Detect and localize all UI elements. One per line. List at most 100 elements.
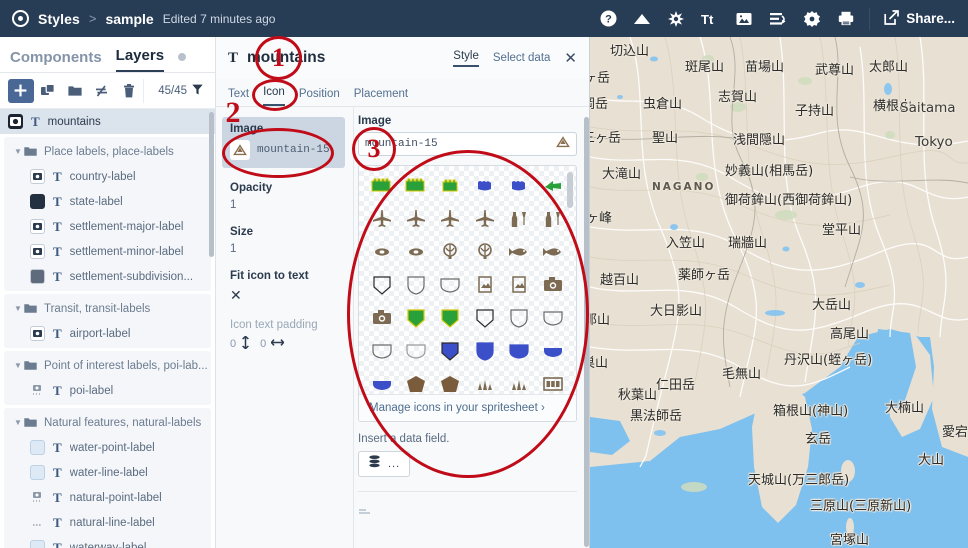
layer-row-mountains[interactable]: T mountains bbox=[0, 109, 215, 134]
icon-option-amusement-park-11[interactable] bbox=[433, 238, 467, 271]
list-item[interactable]: T settlement-major-label bbox=[4, 214, 211, 239]
icon-option-shield-blue-5[interactable] bbox=[365, 370, 399, 394]
group-header[interactable]: ▼ Natural features, natural-labels bbox=[4, 410, 211, 435]
group-header[interactable]: ▼ Transit, transit-labels bbox=[4, 296, 211, 321]
property-icon-text-padding[interactable]: Icon text padding 0 0 bbox=[230, 319, 353, 352]
icon-option-attraction-11[interactable] bbox=[536, 271, 570, 304]
list-item[interactable]: T state-label bbox=[4, 189, 211, 214]
icon-option-amusement-park-15[interactable] bbox=[468, 238, 502, 271]
close-icon[interactable]: ✕ bbox=[564, 51, 577, 66]
list-item[interactable]: T settlement-minor-label bbox=[4, 239, 211, 264]
terrain-icon[interactable] bbox=[625, 0, 659, 37]
map-canvas[interactable]: ヶ岳岡岳三ヶ岳大滝山ヶ峰越百山那山巣山秋葉山 虫倉山聖山 斑尾山志賀山 苗場山浅間隠山… bbox=[590, 37, 968, 548]
add-layer-button[interactable] bbox=[8, 78, 34, 103]
hide-layer-button[interactable] bbox=[90, 79, 115, 103]
icon-option-shield-outline-1[interactable] bbox=[468, 304, 502, 337]
icon-option-bakery-15[interactable] bbox=[502, 370, 536, 394]
collapsed-section-icon[interactable] bbox=[358, 502, 577, 520]
icon-option-shield-1[interactable] bbox=[365, 271, 399, 304]
tab-components[interactable]: Components bbox=[10, 50, 102, 72]
property-image[interactable]: Image mountain-15 bbox=[222, 117, 345, 168]
chevron-down-icon[interactable]: ▼ bbox=[12, 418, 24, 427]
icon-option-bank-11[interactable] bbox=[536, 370, 570, 394]
group-header[interactable]: ▼ Point of interest labels, poi-lab... bbox=[4, 353, 211, 378]
icon-option-shield-blue-3[interactable] bbox=[502, 337, 536, 370]
icon-option-shield-outline-4[interactable] bbox=[365, 337, 399, 370]
list-item[interactable]: T poi-label bbox=[4, 378, 211, 403]
chevron-down-icon[interactable]: ▼ bbox=[12, 304, 24, 313]
icon-grid-scrollbar[interactable] bbox=[567, 172, 573, 208]
icon-option-park-green-3[interactable] bbox=[433, 172, 467, 205]
share-button[interactable]: Share... bbox=[876, 0, 968, 37]
icon-option-shield-outline-3[interactable] bbox=[536, 304, 570, 337]
tab-icon[interactable]: Icon bbox=[263, 86, 285, 106]
list-item[interactable]: T settlement-subdivision... bbox=[4, 264, 211, 289]
icon-option-airport-11[interactable] bbox=[365, 205, 399, 238]
icon-option-alcohol-shop-15[interactable] bbox=[536, 205, 570, 238]
icon-grid-scroll[interactable] bbox=[359, 166, 576, 394]
list-item[interactable]: T airport-label bbox=[4, 321, 211, 346]
property-opacity[interactable]: Opacity 1 bbox=[230, 182, 353, 211]
icon-option-shield-blue-2[interactable] bbox=[468, 337, 502, 370]
tab-text[interactable]: Text bbox=[228, 88, 249, 106]
icon-option-airfield-blue-1[interactable] bbox=[468, 172, 502, 205]
list-item[interactable]: T natural-point-label bbox=[4, 485, 211, 510]
icon-option-pentagon-brown-2[interactable] bbox=[433, 370, 467, 394]
print-icon[interactable] bbox=[829, 0, 863, 37]
icon-option-art-gallery-15[interactable] bbox=[502, 271, 536, 304]
icon-option-attraction-15[interactable] bbox=[365, 304, 399, 337]
tab-style[interactable]: Style bbox=[453, 50, 479, 67]
property-size[interactable]: Size 1 bbox=[230, 226, 353, 255]
icon-option-aquarium-15[interactable] bbox=[536, 238, 570, 271]
help-icon[interactable]: ? bbox=[591, 0, 625, 37]
property-fit-icon-to-text[interactable]: Fit icon to text ✕ bbox=[230, 270, 353, 304]
icon-option-shield-blue-4[interactable] bbox=[536, 337, 570, 370]
icon-option-shield-2[interactable] bbox=[399, 271, 433, 304]
chevron-down-icon[interactable]: ▼ bbox=[12, 147, 24, 156]
icon-option-airport-large[interactable] bbox=[468, 205, 502, 238]
settings-star-icon[interactable] bbox=[659, 0, 693, 37]
text-tool-icon[interactable]: Tt bbox=[693, 0, 727, 37]
icon-option-aquarium-11[interactable] bbox=[502, 238, 536, 271]
icon-option-shield-green-1[interactable] bbox=[399, 304, 433, 337]
gear-icon[interactable] bbox=[795, 0, 829, 37]
layers-list[interactable]: T mountains ▼ Place labels, place-labels… bbox=[0, 109, 215, 548]
manage-icons-link[interactable]: Manage icons in your spritesheet › bbox=[359, 394, 576, 421]
data-field-button[interactable]: ... bbox=[358, 451, 411, 477]
icon-option-shield-blue-1[interactable] bbox=[433, 337, 467, 370]
icon-option-shield-green-2[interactable] bbox=[433, 304, 467, 337]
list-item[interactable]: T natural-line-label bbox=[4, 510, 211, 535]
icon-option-american-football-11[interactable] bbox=[365, 238, 399, 271]
icon-option-airport-17[interactable] bbox=[433, 205, 467, 238]
editor-scrollbar[interactable] bbox=[584, 117, 589, 547]
list-item[interactable]: T water-line-label bbox=[4, 460, 211, 485]
icon-option-airfield-blue-2[interactable] bbox=[502, 172, 536, 205]
icon-option-pentagon-brown-1[interactable] bbox=[399, 370, 433, 394]
breadcrumb-filename[interactable]: sample bbox=[105, 11, 153, 27]
list-item[interactable]: T water-point-label bbox=[4, 435, 211, 460]
breadcrumb-styles[interactable]: Styles bbox=[38, 11, 80, 27]
icon-option-american-football-15[interactable] bbox=[399, 238, 433, 271]
list-item[interactable]: T country-label bbox=[4, 164, 211, 189]
icon-option-shield-outline-5[interactable] bbox=[399, 337, 433, 370]
chevron-down-icon[interactable]: ▼ bbox=[12, 361, 24, 370]
group-layers-button[interactable] bbox=[63, 79, 88, 103]
icon-option-arrow-green[interactable] bbox=[536, 172, 570, 205]
logo-circle-icon[interactable] bbox=[12, 10, 29, 27]
icon-option-park-green-1[interactable] bbox=[365, 172, 399, 205]
icon-option-park-green-2[interactable] bbox=[399, 172, 433, 205]
group-header[interactable]: ▼ Place labels, place-labels bbox=[4, 139, 211, 164]
tab-select-data[interactable]: Select data bbox=[493, 52, 551, 64]
layers-order-icon[interactable] bbox=[761, 0, 795, 37]
image-input[interactable]: mountain-15 bbox=[358, 132, 577, 156]
icon-option-alcohol-shop-11[interactable] bbox=[502, 205, 536, 238]
icon-option-shield-outline-2[interactable] bbox=[502, 304, 536, 337]
image-tool-icon[interactable] bbox=[727, 0, 761, 37]
layer-count-filter[interactable]: 45/45 bbox=[143, 78, 207, 103]
duplicate-layer-button[interactable] bbox=[36, 79, 61, 103]
list-item[interactable]: T waterway-label bbox=[4, 535, 211, 548]
icon-option-art-gallery-11[interactable] bbox=[468, 271, 502, 304]
layers-scrollbar[interactable] bbox=[209, 112, 214, 257]
tab-layers[interactable]: Layers bbox=[115, 48, 165, 72]
tab-position[interactable]: Position bbox=[299, 88, 340, 106]
